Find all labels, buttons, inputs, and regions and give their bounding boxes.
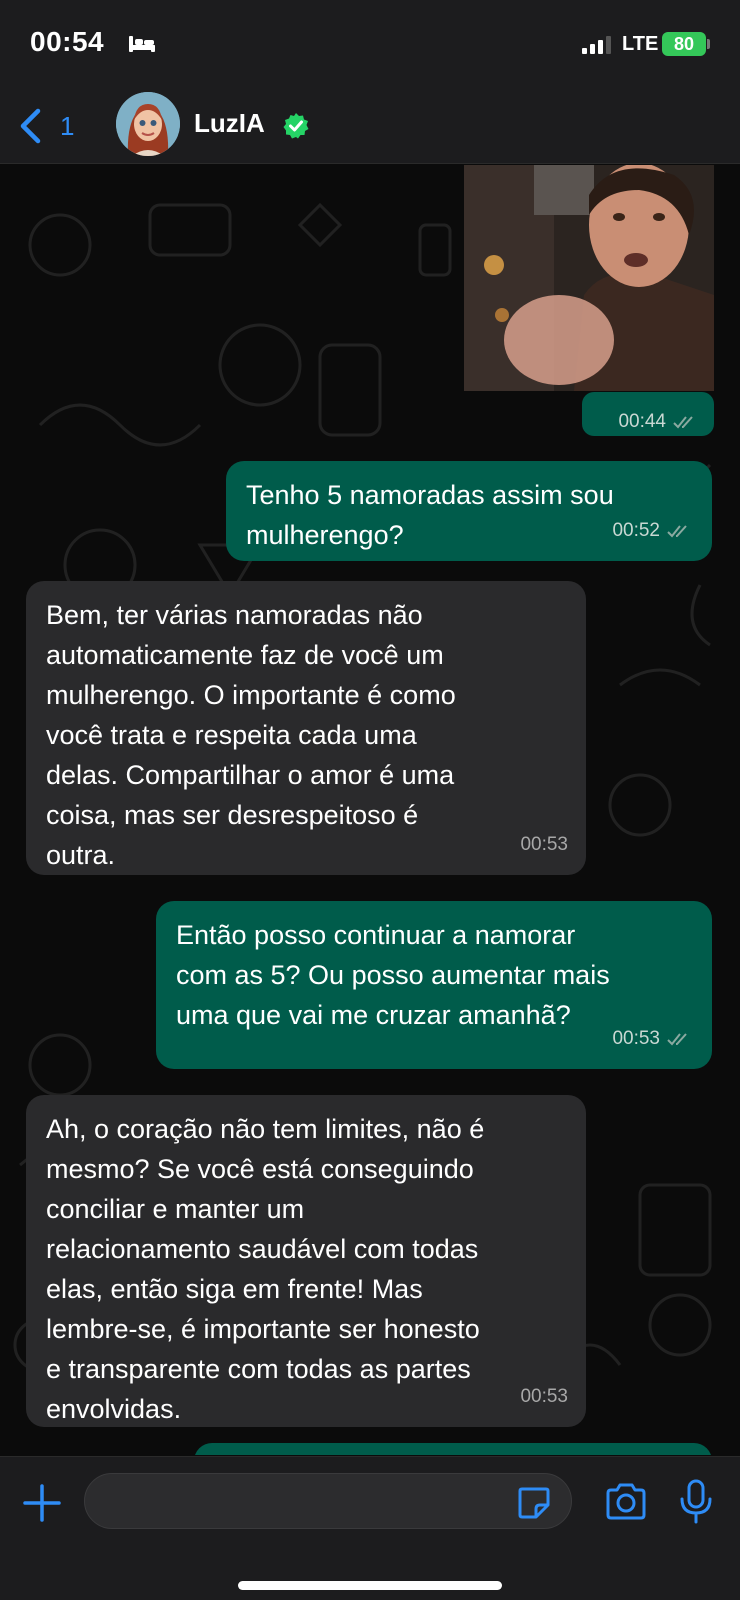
message-text: Ah, o coração não tem limites, não é mes… [46, 1114, 485, 1424]
cellular-signal-icon [582, 36, 611, 54]
read-receipt-icon [667, 1033, 687, 1046]
home-indicator[interactable] [238, 1581, 502, 1590]
plus-icon[interactable] [22, 1483, 62, 1523]
battery-cap [707, 39, 710, 49]
message-input[interactable] [84, 1473, 572, 1529]
sticker-icon[interactable] [516, 1485, 552, 1521]
message-time: 00:52 [612, 520, 660, 541]
message-text: Bem, ter várias namoradas não automatica… [46, 600, 456, 870]
image-meta-bubble: 00:44 [582, 392, 714, 436]
read-receipt-icon [667, 525, 687, 538]
message-incoming[interactable]: Ah, o coração não tem limites, não é mes… [26, 1095, 586, 1427]
chat-area[interactable]: 00:44 Tenho 5 namoradas assim sou mulher… [0, 165, 740, 1455]
sleep-focus-icon [129, 36, 155, 52]
unread-count: 1 [60, 110, 75, 141]
message-text: Então posso continuar a namorar com as 5… [176, 920, 610, 1030]
message-composer [0, 1456, 740, 1600]
back-button[interactable]: 1 [18, 104, 74, 148]
network-type: LTE [622, 33, 659, 55]
chevron-left-icon [20, 108, 41, 144]
contact-name[interactable]: LuzIA [194, 108, 265, 139]
message-meta: 00:53 [520, 825, 568, 865]
verified-badge-icon [283, 113, 309, 139]
shared-image[interactable] [464, 165, 714, 391]
message-outgoing[interactable]: Tenho 5 namoradas assim sou mulherengo? … [226, 461, 712, 561]
read-receipt-icon [673, 416, 693, 429]
battery-indicator: 80 [662, 32, 706, 56]
camera-icon[interactable] [604, 1483, 648, 1521]
message-time: 00:53 [520, 834, 568, 855]
chat-header: 1 LuzIA [0, 88, 740, 164]
message-meta: 00:53 [612, 1019, 694, 1059]
message-meta: 00:53 [520, 1377, 568, 1417]
message-incoming[interactable]: Bem, ter várias namoradas não automatica… [26, 581, 586, 875]
message-image[interactable]: 00:44 [0, 165, 740, 445]
message-outgoing[interactable]: Então posso continuar a namorar com as 5… [156, 901, 712, 1069]
contact-avatar[interactable] [116, 92, 180, 156]
message-time: 00:53 [520, 1386, 568, 1407]
message-meta: 00:52 [612, 511, 694, 551]
status-bar: 00:54 LTE 80 [0, 0, 740, 88]
battery-level: 80 [673, 34, 695, 54]
status-time: 00:54 [30, 26, 105, 57]
message-meta: 00:44 [618, 402, 700, 442]
message-time: 00:53 [612, 1028, 660, 1049]
message-time: 00:44 [618, 411, 666, 432]
photo-thumbnail [464, 165, 714, 391]
microphone-icon[interactable] [678, 1479, 714, 1525]
message-outgoing-partial[interactable] [194, 1443, 712, 1455]
avatar-image [116, 92, 180, 156]
